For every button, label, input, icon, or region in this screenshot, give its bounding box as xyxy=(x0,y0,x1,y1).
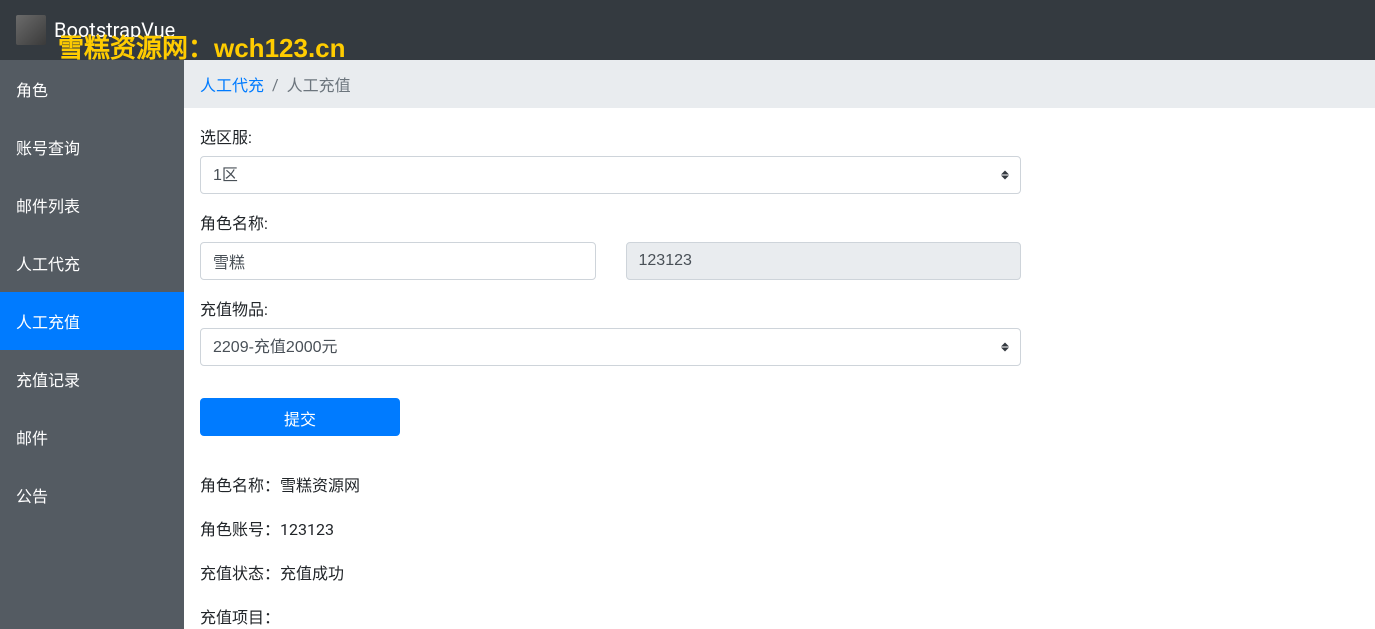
result-role-name: 角色名称：雪糕资源网 xyxy=(200,472,1359,496)
sidebar-item-role[interactable]: 角色 xyxy=(0,60,184,118)
form-group-role: 角色名称: xyxy=(200,210,1359,280)
zone-select[interactable]: 1区 xyxy=(200,156,1021,194)
item-select[interactable]: 2209-充值2000元 xyxy=(200,328,1021,366)
sidebar-item-recharge-log[interactable]: 充值记录 xyxy=(0,350,184,408)
breadcrumb-parent-link[interactable]: 人工代充 xyxy=(200,72,264,96)
sidebar-item-mail-list[interactable]: 邮件列表 xyxy=(0,176,184,234)
sidebar-item-manual-proxy[interactable]: 人工代充 xyxy=(0,234,184,292)
zone-label: 选区服: xyxy=(200,124,1359,148)
form-group-item: 充值物品: 2209-充值2000元 xyxy=(200,296,1359,366)
submit-button[interactable]: 提交 xyxy=(200,398,400,436)
sidebar-item-mail[interactable]: 邮件 xyxy=(0,408,184,466)
result-recharge-status: 充值状态：充值成功 xyxy=(200,560,1359,584)
sidebar: 角色 账号查询 邮件列表 人工代充 人工充值 充值记录 邮件 公告 xyxy=(0,60,184,629)
sidebar-item-manual-recharge[interactable]: 人工充值 xyxy=(0,292,184,350)
item-label: 充值物品: xyxy=(200,296,1359,320)
brand-text: BootstrapVue xyxy=(54,18,175,42)
role-name-input[interactable] xyxy=(200,242,596,280)
navbar: BootstrapVue 雪糕资源网：wch123.cn xyxy=(0,0,1375,60)
breadcrumb: 人工代充 / 人工充值 xyxy=(184,60,1375,108)
main-content: 人工代充 / 人工充值 选区服: 1区 角色名称: xyxy=(184,60,1375,629)
sidebar-item-notice[interactable]: 公告 xyxy=(0,466,184,524)
logo-icon xyxy=(16,15,46,45)
role-id-display xyxy=(626,242,1022,280)
form-group-zone: 选区服: 1区 xyxy=(200,124,1359,194)
breadcrumb-separator: / xyxy=(272,75,279,94)
navbar-brand[interactable]: BootstrapVue xyxy=(16,15,175,45)
result-recharge-item: 充值项目： xyxy=(200,604,1359,628)
layout: 角色 账号查询 邮件列表 人工代充 人工充值 充值记录 邮件 公告 人工代充 /… xyxy=(0,60,1375,629)
result-role-account: 角色账号：123123 xyxy=(200,516,1359,540)
form-content: 选区服: 1区 角色名称: xyxy=(184,108,1375,629)
breadcrumb-current: 人工充值 xyxy=(287,72,351,96)
role-name-label: 角色名称: xyxy=(200,210,1359,234)
sidebar-item-account-query[interactable]: 账号查询 xyxy=(0,118,184,176)
